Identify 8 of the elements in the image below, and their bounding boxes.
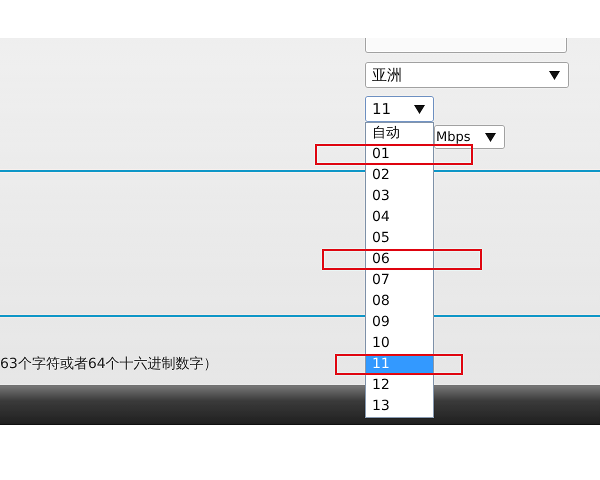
caret-icon [549, 70, 560, 80]
caret-icon [485, 132, 496, 142]
note-text: 63个字符或者64个十六进制数字） [0, 355, 218, 373]
rate-select[interactable]: Mbps [434, 125, 505, 149]
channel-select[interactable]: 11 [365, 96, 434, 122]
region-select[interactable]: 亚洲 [365, 62, 569, 88]
caret-icon [414, 104, 425, 114]
text-field[interactable] [365, 38, 567, 53]
